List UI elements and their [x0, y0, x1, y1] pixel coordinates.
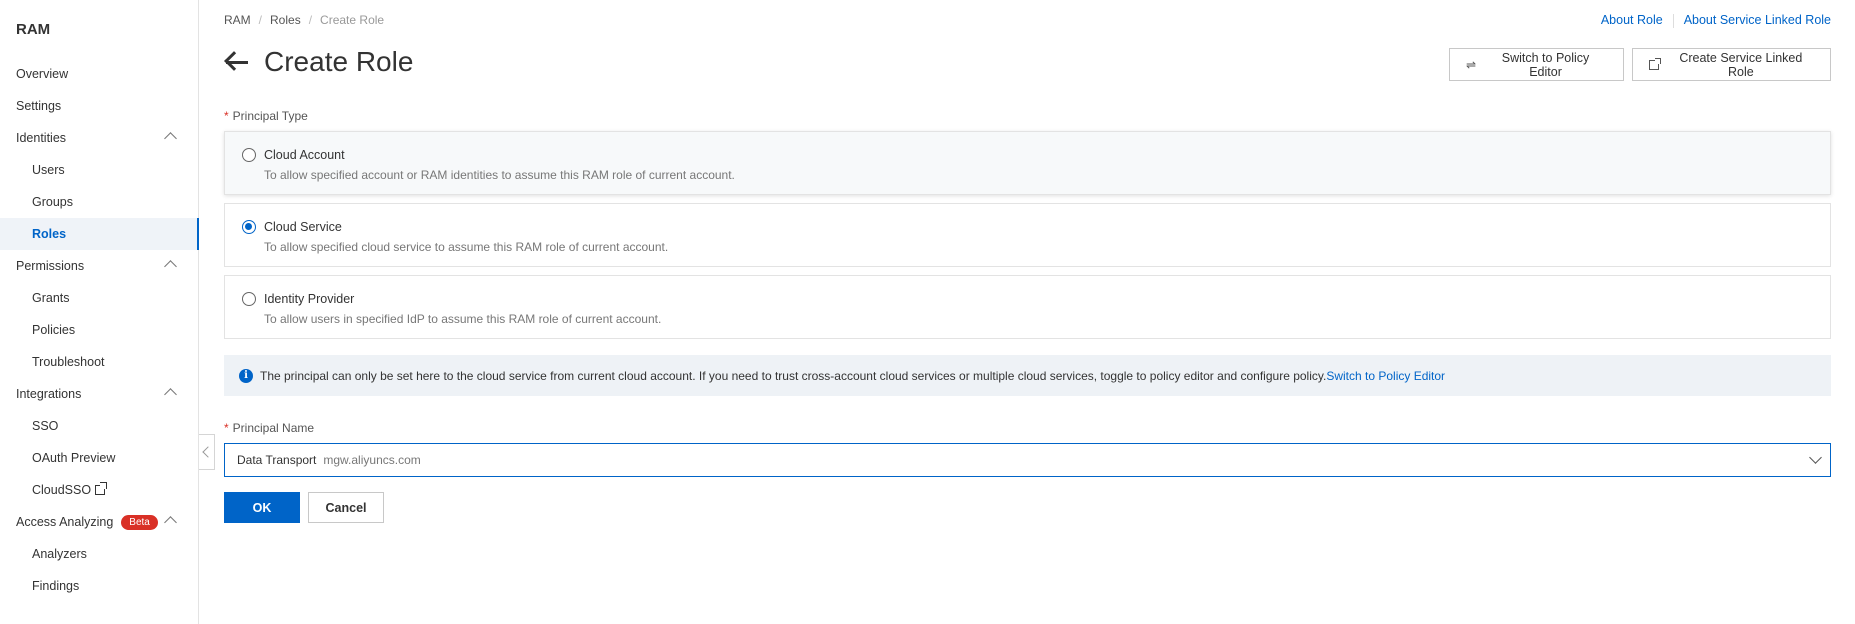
chevron-down-icon: [1809, 451, 1822, 464]
cancel-button[interactable]: Cancel: [308, 492, 384, 523]
sidebar-brand: RAM: [16, 21, 51, 38]
button-label: Create Service Linked Role: [1679, 50, 1803, 79]
sidebar-item-label: Roles: [32, 227, 67, 241]
sidebar-item-troubleshoot[interactable]: Troubleshoot: [0, 346, 199, 378]
switch-policy-editor-link[interactable]: Switch to Policy Editor: [1326, 369, 1445, 383]
breadcrumb-separator: /: [258, 13, 263, 27]
page-header: Create Role: [224, 46, 413, 78]
sidebar-item-overview[interactable]: Overview: [0, 58, 199, 90]
option-title: Cloud Account: [264, 148, 345, 162]
sidebar-item-label: Integrations: [16, 387, 82, 401]
label-text: Principal Type: [232, 109, 308, 123]
sidebar-item-analyzers[interactable]: Analyzers: [0, 538, 199, 570]
sidebar-item-label: Groups: [32, 195, 73, 209]
sidebar-item-sso[interactable]: SSO: [0, 410, 199, 442]
required-mark: *: [224, 421, 229, 435]
about-role-link[interactable]: About Role: [1601, 13, 1663, 28]
option-title: Cloud Service: [264, 220, 342, 234]
principal-name-select[interactable]: Data Transport mgw.aliyuncs.com: [224, 443, 1831, 477]
sidebar-item-label: OAuth Preview: [32, 451, 116, 465]
info-message: i The principal can only be set here to …: [224, 355, 1831, 396]
sidebar-item-label: SSO: [32, 419, 59, 433]
help-links: About Role About Service Linked Role: [1601, 13, 1831, 28]
sidebar-collapse-handle[interactable]: [199, 434, 215, 470]
breadcrumb-ram[interactable]: RAM: [224, 13, 251, 27]
principal-name-label: * Principal Name: [224, 421, 314, 435]
sidebar-item-cloudsso[interactable]: CloudSSO: [0, 474, 199, 506]
sidebar-item-settings[interactable]: Settings: [0, 90, 199, 122]
sidebar-item-label: Analyzers: [32, 547, 87, 561]
sidebar-item-label: Permissions: [16, 259, 85, 273]
page-title: Create Role: [264, 46, 414, 77]
option-description: To allow users in specified IdP to assum…: [264, 312, 662, 326]
selected-service-name: Data Transport: [237, 453, 317, 467]
sidebar-item-label: Access Analyzing: [16, 515, 114, 529]
sidebar-item-label: Users: [32, 163, 65, 177]
sidebar-item-roles[interactable]: Roles: [0, 218, 199, 250]
about-slr-link[interactable]: About Service Linked Role: [1684, 13, 1831, 28]
sidebar-group-integrations[interactable]: Integrations: [0, 378, 199, 410]
external-link-icon: [1649, 57, 1661, 70]
principal-type-label: * Principal Type: [224, 109, 308, 123]
sidebar-item-label: Findings: [32, 579, 80, 593]
back-arrow-icon[interactable]: [224, 51, 250, 72]
chevron-up-icon: [164, 516, 177, 529]
sidebar-item-label: Settings: [16, 99, 62, 113]
chevron-up-icon: [164, 132, 177, 145]
sidebar-group-identities[interactable]: Identities: [0, 122, 199, 154]
external-link-icon: [95, 482, 108, 495]
beta-badge: Beta: [121, 514, 158, 530]
swap-icon: ⇌: [1466, 57, 1477, 72]
option-title: Identity Provider: [264, 292, 355, 306]
option-description: To allow specified cloud service to assu…: [264, 240, 669, 254]
sidebar-item-label: Troubleshoot: [32, 355, 105, 369]
radio-button[interactable]: [242, 148, 256, 162]
sidebar-item-oauth[interactable]: OAuth Preview: [0, 442, 199, 474]
radio-button[interactable]: [242, 292, 256, 306]
link-divider: [1672, 14, 1674, 28]
info-icon: i: [239, 368, 253, 383]
breadcrumb-current: Create Role: [320, 13, 385, 27]
button-label: Switch to Policy Editor: [1501, 50, 1590, 79]
sidebar-item-label: Overview: [16, 67, 69, 81]
radio-button[interactable]: [242, 220, 256, 234]
breadcrumb: RAM / Roles / Create Role: [224, 13, 384, 27]
sidebar: RAM Overview Settings Identities Users G…: [0, 0, 199, 624]
label-text: Principal Name: [232, 421, 315, 435]
selected-service-host: mgw.aliyuncs.com: [323, 453, 421, 467]
chevron-up-icon: [164, 260, 177, 273]
option-identity-provider[interactable]: Identity Provider To allow users in spec…: [224, 275, 1831, 339]
sidebar-item-grants[interactable]: Grants: [0, 282, 199, 314]
breadcrumb-roles[interactable]: Roles: [270, 13, 301, 27]
sidebar-item-label: CloudSSO: [32, 483, 92, 497]
info-text: The principal can only be set here to th…: [260, 368, 1327, 383]
sidebar-item-users[interactable]: Users: [0, 154, 199, 186]
sidebar-item-policies[interactable]: Policies: [0, 314, 199, 346]
sidebar-item-label: Identities: [16, 131, 67, 145]
sidebar-item-groups[interactable]: Groups: [0, 186, 199, 218]
create-slr-button[interactable]: Create Service Linked Role: [1632, 48, 1831, 81]
sidebar-item-label: Grants: [32, 291, 70, 305]
option-description: To allow specified account or RAM identi…: [264, 168, 735, 182]
sidebar-group-permissions[interactable]: Permissions: [0, 250, 199, 282]
ok-button[interactable]: OK: [224, 492, 300, 523]
required-mark: *: [224, 109, 229, 123]
option-cloud-account[interactable]: Cloud Account To allow specified account…: [224, 131, 1831, 195]
chevron-up-icon: [164, 388, 177, 401]
switch-policy-editor-button[interactable]: ⇌ Switch to Policy Editor: [1449, 48, 1624, 81]
sidebar-group-access-analyzing[interactable]: Access Analyzing Beta: [0, 506, 199, 538]
option-cloud-service[interactable]: Cloud Service To allow specified cloud s…: [224, 203, 1831, 267]
sidebar-item-label: Policies: [32, 323, 76, 337]
breadcrumb-separator: /: [308, 13, 313, 27]
sidebar-item-findings[interactable]: Findings: [0, 570, 199, 602]
